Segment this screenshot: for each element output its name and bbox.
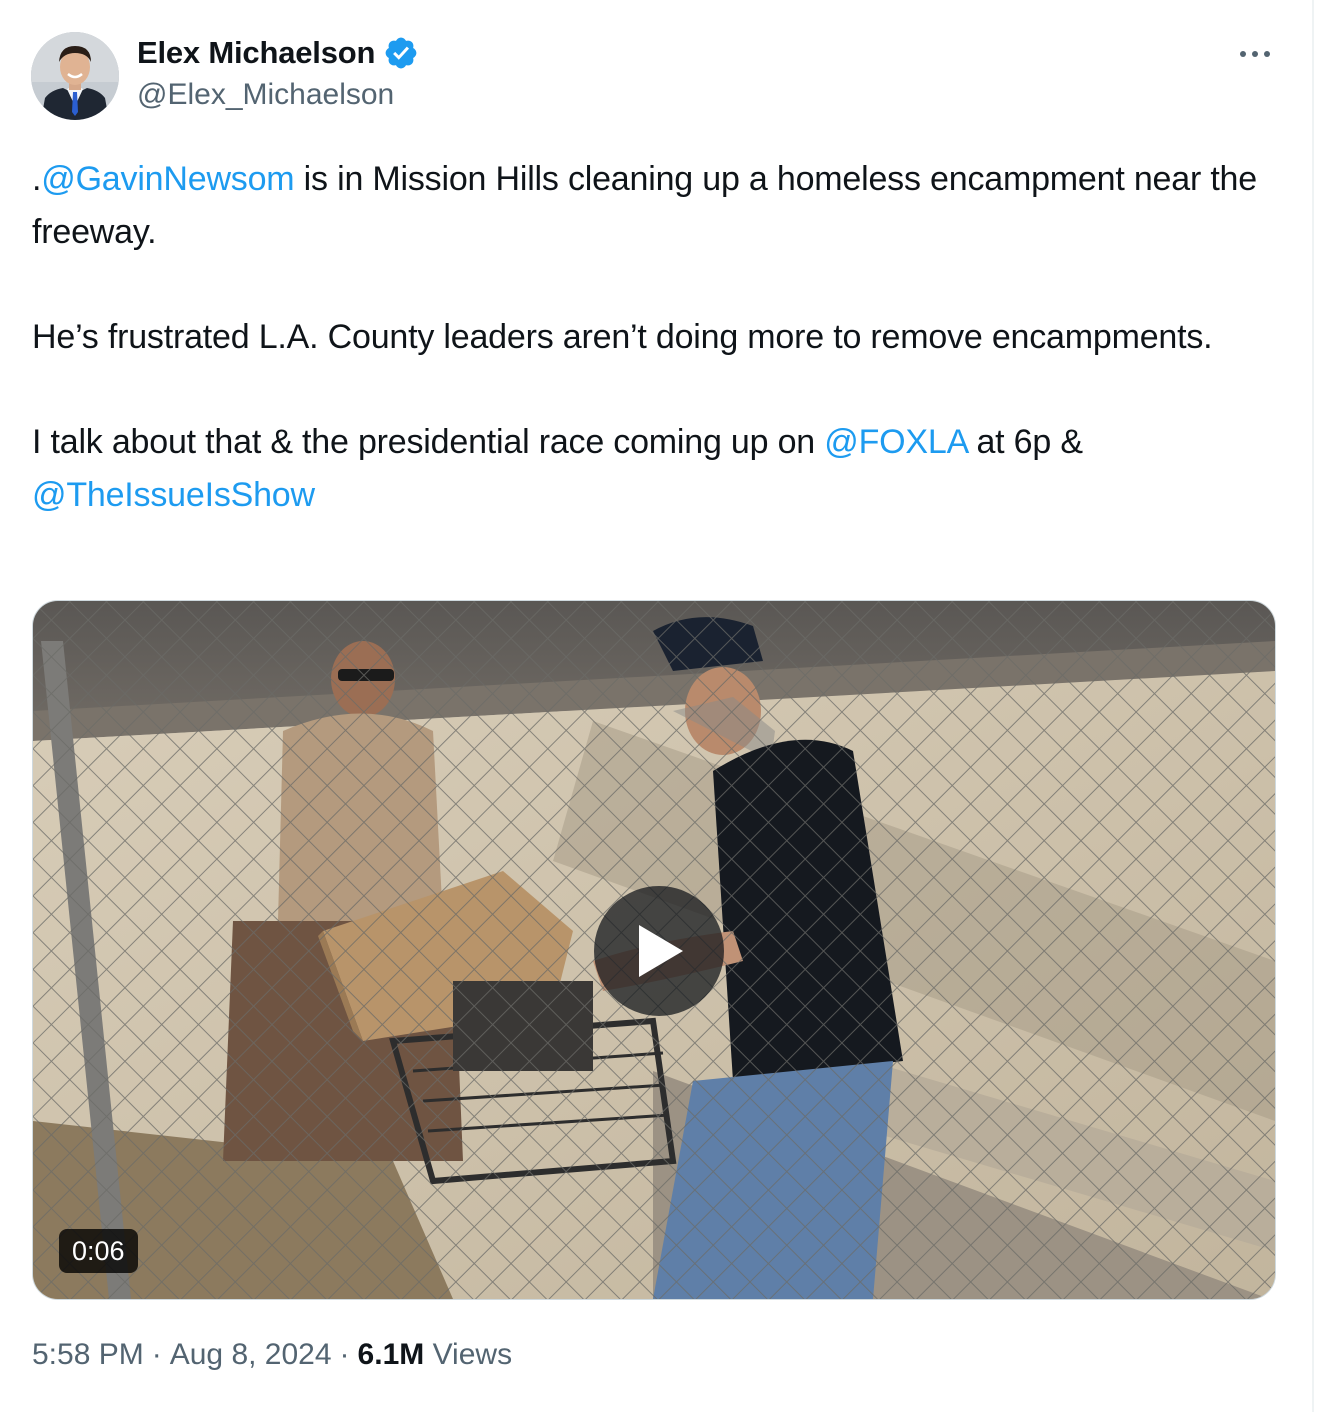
- tweet-text: .@GavinNewsom is in Mission Hills cleani…: [32, 153, 1292, 522]
- more-options-button[interactable]: [1232, 36, 1278, 72]
- mention-theissueisshow-link[interactable]: @TheIssueIsShow: [32, 476, 315, 514]
- tweet-paragraph-3: I talk about that & the presidential rac…: [32, 416, 1292, 522]
- views-label: Views: [432, 1338, 513, 1371]
- tweet-paragraph-2: He’s frustrated L.A. County leaders aren…: [32, 318, 1213, 356]
- column-divider: [1312, 0, 1314, 1412]
- meta-separator: ·: [339, 1338, 350, 1371]
- author-display-name[interactable]: Elex Michaelson: [137, 35, 375, 71]
- tweet-meta: 5:58 PM · Aug 8, 2024 · 6.1M Views: [32, 1338, 512, 1372]
- tweet-card: Elex Michaelson @Elex_Michaelson .@Gavin…: [0, 0, 1312, 1412]
- verified-badge-icon: [383, 35, 419, 71]
- more-dot-icon: [1252, 51, 1258, 57]
- author-handle[interactable]: @Elex_Michaelson: [137, 78, 394, 112]
- tweet-paragraph-3-text-middle: at 6p &: [967, 423, 1083, 461]
- author-name-row[interactable]: Elex Michaelson: [137, 33, 419, 73]
- more-dot-icon: [1264, 51, 1270, 57]
- mention-gavinnewsom-link[interactable]: @GavinNewsom: [41, 160, 294, 198]
- video-player[interactable]: 0:06: [32, 600, 1276, 1300]
- views-count: 6.1M: [357, 1338, 425, 1371]
- tweet-date[interactable]: Aug 8, 2024: [170, 1338, 332, 1371]
- video-duration-badge: 0:06: [59, 1229, 138, 1273]
- avatar-photo-icon: [31, 32, 119, 120]
- play-icon: [639, 925, 683, 977]
- tweet-time[interactable]: 5:58 PM: [32, 1338, 144, 1371]
- mention-foxla-link[interactable]: @FOXLA: [824, 423, 967, 461]
- more-dot-icon: [1240, 51, 1246, 57]
- tweet-paragraph-1: .@GavinNewsom is in Mission Hills cleani…: [32, 153, 1292, 259]
- author-avatar[interactable]: [31, 32, 119, 120]
- meta-separator: ·: [151, 1338, 162, 1371]
- tweet-prefix: .: [32, 160, 42, 198]
- tweet-paragraph-3-text-before: I talk about that & the presidential rac…: [32, 423, 825, 461]
- play-button[interactable]: [594, 886, 724, 1016]
